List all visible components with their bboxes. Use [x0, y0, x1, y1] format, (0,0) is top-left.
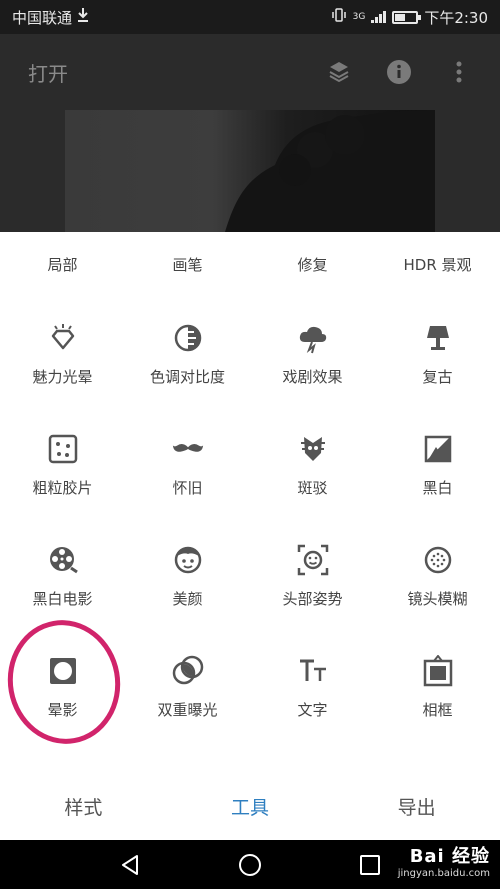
- glamour-glow-icon: [47, 322, 79, 354]
- home-icon[interactable]: [235, 850, 265, 880]
- grunge-icon: [297, 433, 329, 465]
- signal-icon: [371, 11, 387, 23]
- brush-icon: [172, 232, 204, 242]
- drama-icon: [297, 322, 329, 354]
- frame-icon: [422, 655, 454, 687]
- tonal-contrast-icon: [172, 322, 204, 354]
- tool-item[interactable]: 修复: [250, 232, 375, 320]
- tool-label: 局部: [47, 256, 78, 274]
- tool-item[interactable]: 色调对比度: [125, 322, 250, 432]
- tab-tools[interactable]: 工具: [167, 772, 334, 840]
- tool-item[interactable]: 黑白: [375, 433, 500, 543]
- tool-item[interactable]: 美颜: [125, 544, 250, 654]
- tool-item[interactable]: 镜头模糊: [375, 544, 500, 654]
- tool-label: 斑驳: [297, 479, 328, 497]
- tool-label: 修复: [297, 256, 328, 274]
- photo-preview: [65, 110, 435, 232]
- tool-item[interactable]: 双重曝光: [125, 655, 250, 765]
- watermark-logo: Bai 经验 jingyan.baidu.com: [398, 842, 490, 879]
- tool-item[interactable]: 相框: [375, 655, 500, 765]
- download-icon: [76, 7, 90, 27]
- tool-item[interactable]: 戏剧效果: [250, 322, 375, 432]
- tool-item[interactable]: 局部: [0, 232, 125, 320]
- tool-label: 头部姿势: [282, 590, 343, 608]
- vibrate-icon: [331, 8, 347, 26]
- tool-label: 魅力光晕: [32, 368, 93, 386]
- tool-item[interactable]: 粗粒胶片: [0, 433, 125, 543]
- tool-label: 黑白电影: [32, 590, 93, 608]
- back-icon[interactable]: [115, 850, 145, 880]
- watermark-sub: jingyan.baidu.com: [397, 868, 490, 879]
- tool-item[interactable]: 画笔: [125, 232, 250, 320]
- film-reel-icon: [47, 544, 79, 576]
- text-icon: [297, 655, 329, 687]
- vintage-lamp-icon: [422, 322, 454, 354]
- tool-label: 复古: [422, 368, 453, 386]
- recents-icon[interactable]: [355, 850, 385, 880]
- grainy-film-icon: [47, 433, 79, 465]
- tool-label: 美颜: [172, 590, 203, 608]
- battery-icon: [392, 10, 422, 24]
- tool-item[interactable]: HDR 景观: [375, 232, 500, 320]
- tool-label: 双重曝光: [157, 701, 218, 719]
- watermark-main: Bai 经验: [409, 846, 490, 867]
- carrier-label: 中国联通: [12, 8, 73, 27]
- network-type: 3G: [352, 12, 366, 22]
- face-icon: [172, 544, 204, 576]
- tool-label: 文字: [297, 701, 328, 719]
- tools-panel: 局部 画笔 修复 HDR 景观 魅力光晕 色调对比度 戏剧效果 复古 粗粒胶片 …: [0, 232, 500, 840]
- tool-label: 黑白: [422, 479, 453, 497]
- clock: 下午2:30: [424, 8, 488, 27]
- tool-label: 画笔: [172, 256, 203, 274]
- open-button[interactable]: 打开: [28, 58, 68, 87]
- head-pose-icon: [297, 544, 329, 576]
- status-bar: 中国联通 3G 下午2:30: [0, 0, 500, 34]
- tab-export[interactable]: 导出: [333, 772, 500, 840]
- tool-label: 怀旧: [172, 479, 203, 497]
- mustache-icon: [172, 433, 204, 465]
- tool-item[interactable]: 文字: [250, 655, 375, 765]
- tool-label: 粗粒胶片: [32, 479, 93, 497]
- tool-label: 相框: [422, 701, 453, 719]
- info-icon[interactable]: [386, 59, 412, 85]
- tool-item[interactable]: 斑驳: [250, 433, 375, 543]
- tool-item[interactable]: 复古: [375, 322, 500, 432]
- tool-label: HDR 景观: [403, 256, 472, 274]
- tool-item[interactable]: 怀旧: [125, 433, 250, 543]
- app-header: 打开: [0, 34, 500, 110]
- tool-label: 镜头模糊: [407, 590, 468, 608]
- tool-item[interactable]: 魅力光晕: [0, 322, 125, 432]
- photo-area: [0, 110, 500, 232]
- selective-icon: [47, 232, 79, 242]
- tree-silhouette: [225, 110, 435, 232]
- more-vert-icon[interactable]: [446, 59, 472, 85]
- layers-icon[interactable]: [326, 59, 352, 85]
- hdr-icon: [422, 232, 454, 242]
- black-white-icon: [422, 433, 454, 465]
- double-exposure-icon: [172, 655, 204, 687]
- tool-item[interactable]: 头部姿势: [250, 544, 375, 654]
- lens-blur-icon: [422, 544, 454, 576]
- tool-label: 色调对比度: [149, 368, 225, 386]
- tab-styles[interactable]: 样式: [0, 772, 167, 840]
- healing-icon: [297, 232, 329, 242]
- tool-label: 戏剧效果: [282, 368, 343, 386]
- bottom-tabs: 样式 工具 导出: [0, 772, 500, 840]
